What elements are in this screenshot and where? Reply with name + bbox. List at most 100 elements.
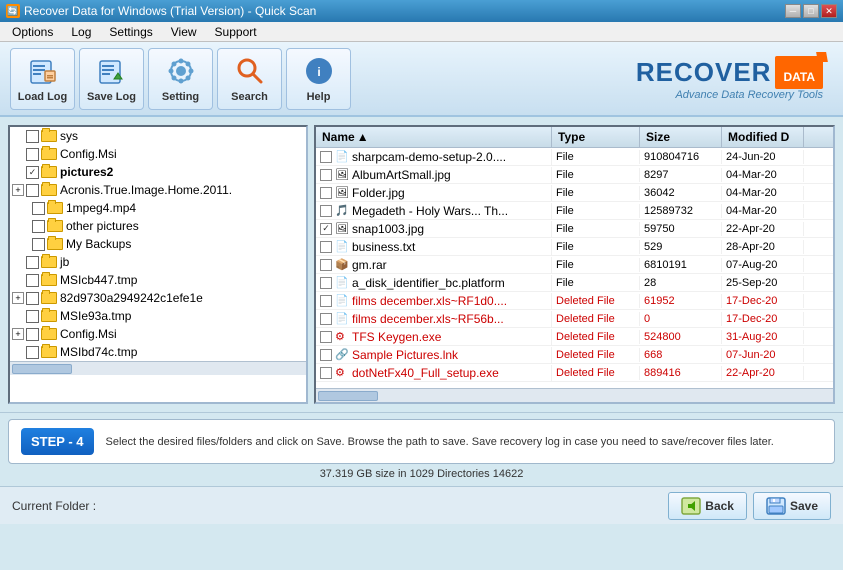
file-check[interactable] (320, 295, 332, 307)
tree-item-other-pictures[interactable]: other pictures (10, 217, 306, 235)
file-cell-size: 61952 (640, 294, 722, 308)
tree-check-config-msi-1[interactable] (26, 148, 39, 161)
current-folder-label: Current Folder : (12, 499, 96, 513)
logo-tagline: Advance Data Recovery Tools (636, 89, 823, 101)
file-check[interactable] (320, 367, 332, 379)
file-check[interactable] (320, 331, 332, 343)
tree-item-msle93a[interactable]: MSIe93a.tmp (10, 307, 306, 325)
tree-check-acronis[interactable] (26, 184, 39, 197)
maximize-button[interactable]: □ (803, 4, 819, 18)
menu-support[interactable]: Support (207, 23, 265, 41)
file-row[interactable]: 📦 gm.rar File 6810191 07-Aug-20 (316, 256, 833, 274)
expand-btn-acronis[interactable]: + (12, 184, 24, 196)
file-cell-name: ⚙ dotNetFx40_Full_setup.exe (316, 365, 552, 381)
file-cell-size: 6810191 (640, 258, 722, 272)
tree-item-mslcb447[interactable]: MSIcb447.tmp (10, 271, 306, 289)
tree-item-pictures2[interactable]: pictures2 (10, 163, 306, 181)
col-header-modified[interactable]: Modified D (722, 127, 804, 147)
tree-check-msle93a[interactable] (26, 310, 39, 323)
close-button[interactable]: ✕ (821, 4, 837, 18)
minimize-button[interactable]: ─ (785, 4, 801, 18)
file-row[interactable]: 🔗 Sample Pictures.lnk Deleted File 668 0… (316, 346, 833, 364)
tree-item-config-msi-1[interactable]: Config.Msi (10, 145, 306, 163)
file-row[interactable]: ⚙ TFS Keygen.exe Deleted File 524800 31-… (316, 328, 833, 346)
load-log-button[interactable]: Load Log (10, 48, 75, 110)
tree-check-82d97[interactable] (26, 292, 39, 305)
menu-options[interactable]: Options (4, 23, 61, 41)
folder-icon-msle93a (41, 310, 57, 322)
tree-check-mslcb447[interactable] (26, 274, 39, 287)
folder-icon-1mpeg4 (47, 202, 63, 214)
file-check[interactable] (320, 313, 332, 325)
file-row[interactable]: 🖼 AlbumArtSmall.jpg File 8297 04-Mar-20 (316, 166, 833, 184)
window-controls: ─ □ ✕ (785, 4, 837, 18)
col-header-name[interactable]: Name ▲ (316, 127, 552, 147)
setting-button[interactable]: Setting (148, 48, 213, 110)
main-content: sys Config.Msi pictures2 + Acronis.True.… (0, 117, 843, 412)
col-header-type[interactable]: Type (552, 127, 640, 147)
file-check[interactable] (320, 205, 332, 217)
step-info: 37.319 GB size in 1029 Directories 14622 (8, 468, 835, 480)
file-check[interactable] (320, 187, 332, 199)
save-button[interactable]: Save (753, 492, 831, 520)
search-label: Search (231, 91, 268, 103)
menu-view[interactable]: View (163, 23, 205, 41)
file-check[interactable] (320, 151, 332, 163)
file-row[interactable]: 📄 films december.xls~RF1d0.... Deleted F… (316, 292, 833, 310)
tree-hscroll-bar[interactable] (12, 364, 72, 374)
file-check[interactable] (320, 241, 332, 253)
file-cell-name: 📦 gm.rar (316, 257, 552, 273)
tree-item-acronis[interactable]: + Acronis.True.Image.Home.2011. (10, 181, 306, 199)
file-cell-modified: 24-Jun-20 (722, 150, 804, 164)
tree-check-jb[interactable] (26, 256, 39, 269)
menu-log[interactable]: Log (63, 23, 99, 41)
tree-check-config-msi-2[interactable] (26, 328, 39, 341)
file-check[interactable] (320, 259, 332, 271)
tree-item-config-msi-2[interactable]: + Config.Msi (10, 325, 306, 343)
file-row[interactable]: 📄 a_disk_identifier_bc.platform File 28 … (316, 274, 833, 292)
col-header-size[interactable]: Size (640, 127, 722, 147)
file-cell-name: 📄 sharpcam-demo-setup-2.0.... (316, 149, 552, 165)
file-check[interactable] (320, 169, 332, 181)
search-icon (234, 55, 266, 87)
search-button[interactable]: Search (217, 48, 282, 110)
file-row[interactable]: 📄 films december.xls~RF56b... Deleted Fi… (316, 310, 833, 328)
expand-btn-config-msi-2[interactable]: + (12, 328, 24, 340)
tree-hscroll[interactable] (10, 361, 306, 375)
tree-check-1mpeg4[interactable] (32, 202, 45, 215)
back-button[interactable]: Back (668, 492, 747, 520)
expand-btn-82d97[interactable]: + (12, 292, 24, 304)
tree-check-my-backups[interactable] (32, 238, 45, 251)
file-hscroll[interactable] (316, 388, 833, 402)
file-cell-size: 0 (640, 312, 722, 326)
file-row[interactable]: 🎵 Megadeth - Holy Wars... Th... File 125… (316, 202, 833, 220)
file-check[interactable] (320, 223, 332, 235)
file-row[interactable]: 🖼 snap1003.jpg File 59750 22-Apr-20 (316, 220, 833, 238)
tree-item-82d97[interactable]: + 82d9730a2949242c1efe1e (10, 289, 306, 307)
file-row[interactable]: 🖼 Folder.jpg File 36042 04-Mar-20 (316, 184, 833, 202)
folder-icon-82d97 (41, 292, 57, 304)
help-button[interactable]: i Help (286, 48, 351, 110)
save-log-button[interactable]: Save Log (79, 48, 144, 110)
file-row[interactable]: ⚙ dotNetFx40_Full_setup.exe Deleted File… (316, 364, 833, 382)
file-hscroll-bar[interactable] (318, 391, 378, 401)
tree-check-pictures2[interactable] (26, 166, 39, 179)
tree-item-1mpeg4[interactable]: 1mpeg4.mp4 (10, 199, 306, 217)
file-check[interactable] (320, 349, 332, 361)
tree-panel[interactable]: sys Config.Msi pictures2 + Acronis.True.… (8, 125, 308, 404)
file-check[interactable] (320, 277, 332, 289)
tree-check-mslbd74c[interactable] (26, 346, 39, 359)
file-row[interactable]: 📄 business.txt File 529 28-Apr-20 (316, 238, 833, 256)
tree-check-sys[interactable] (26, 130, 39, 143)
folder-icon-config-msi-1 (41, 148, 57, 160)
file-panel[interactable]: Name ▲ Type Size Modified D 📄 sharpcam-d… (314, 125, 835, 404)
tree-check-other-pictures[interactable] (32, 220, 45, 233)
tree-item-sys[interactable]: sys (10, 127, 306, 145)
file-list[interactable]: 📄 sharpcam-demo-setup-2.0.... File 91080… (316, 148, 833, 388)
tree-item-mslbd74c[interactable]: MSIbd74c.tmp (10, 343, 306, 361)
file-cell-name: 🖼 snap1003.jpg (316, 221, 552, 237)
menu-settings[interactable]: Settings (101, 23, 160, 41)
file-row[interactable]: 📄 sharpcam-demo-setup-2.0.... File 91080… (316, 148, 833, 166)
tree-item-my-backups[interactable]: My Backups (10, 235, 306, 253)
tree-item-jb[interactable]: jb (10, 253, 306, 271)
